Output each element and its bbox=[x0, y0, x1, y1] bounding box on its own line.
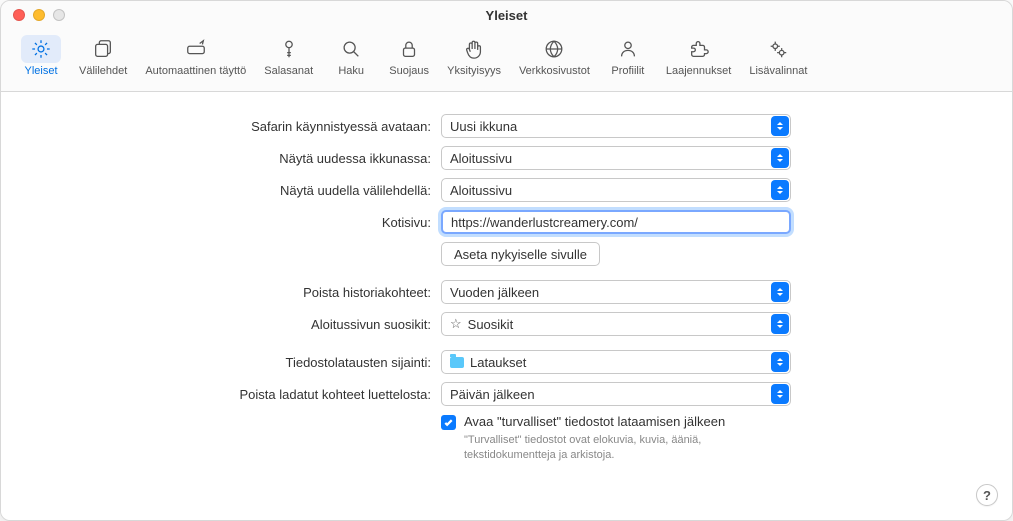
star-icon: ☆ bbox=[450, 316, 462, 332]
toolbar-search[interactable]: Haku bbox=[323, 31, 379, 81]
toolbar-profiles[interactable]: Profiilit bbox=[600, 31, 656, 81]
favorites-label: Aloitussivun suosikit: bbox=[31, 317, 431, 332]
select-value: Vuoden jälkeen bbox=[450, 285, 539, 300]
select-value: Suosikit bbox=[468, 317, 514, 332]
remove-history-label: Poista historiakohteet: bbox=[31, 285, 431, 300]
remove-downloads-select[interactable]: Päivän jälkeen bbox=[441, 382, 791, 406]
download-location-select[interactable]: Lataukset bbox=[441, 350, 791, 374]
select-value: Aloitussivu bbox=[450, 183, 512, 198]
toolbar-label: Haku bbox=[338, 65, 364, 77]
select-value: Päivän jälkeen bbox=[450, 387, 535, 402]
titlebar: Yleiset bbox=[1, 1, 1012, 25]
key-icon bbox=[278, 38, 300, 60]
homepage-input[interactable] bbox=[441, 210, 791, 234]
toolbar-label: Yksityisyys bbox=[447, 65, 501, 77]
toolbar-privacy[interactable]: Yksityisyys bbox=[439, 31, 509, 81]
toolbar-tabs[interactable]: Välilehdet bbox=[71, 31, 135, 81]
help-button[interactable]: ? bbox=[976, 484, 998, 506]
preferences-window: Yleiset Yleiset Välilehdet Automaattinen… bbox=[0, 0, 1013, 521]
homepage-label: Kotisivu: bbox=[31, 215, 431, 230]
tabs-icon bbox=[92, 38, 114, 60]
select-value: Aloitussivu bbox=[450, 151, 512, 166]
toolbar-extensions[interactable]: Laajennukset bbox=[658, 31, 739, 81]
favorites-select[interactable]: ☆ Suosikit bbox=[441, 312, 791, 336]
person-icon bbox=[617, 38, 639, 60]
chevron-updown-icon bbox=[771, 384, 789, 404]
cogs-icon bbox=[767, 38, 789, 60]
toolbar-label: Yleiset bbox=[24, 65, 57, 77]
toolbar-advanced[interactable]: Lisävalinnat bbox=[741, 31, 815, 81]
window-title: Yleiset bbox=[1, 8, 1012, 23]
gear-icon bbox=[30, 38, 52, 60]
search-icon bbox=[340, 38, 362, 60]
chevron-updown-icon bbox=[771, 148, 789, 168]
chevron-updown-icon bbox=[771, 314, 789, 334]
chevron-updown-icon bbox=[771, 282, 789, 302]
select-value: Uusi ikkuna bbox=[450, 119, 517, 134]
new-tab-select[interactable]: Aloitussivu bbox=[441, 178, 791, 202]
toolbar-websites[interactable]: Verkkosivustot bbox=[511, 31, 598, 81]
toolbar-autofill[interactable]: Automaattinen täyttö bbox=[137, 31, 254, 81]
autofill-icon bbox=[185, 38, 207, 60]
folder-icon bbox=[450, 357, 464, 368]
toolbar-passwords[interactable]: Salasanat bbox=[256, 31, 321, 81]
globe-icon bbox=[543, 38, 565, 60]
hand-icon bbox=[463, 38, 485, 60]
toolbar-label: Lisävalinnat bbox=[749, 65, 807, 77]
chevron-updown-icon bbox=[771, 352, 789, 372]
toolbar-security[interactable]: Suojaus bbox=[381, 31, 437, 81]
toolbar-label: Suojaus bbox=[389, 65, 429, 77]
toolbar-label: Automaattinen täyttö bbox=[145, 65, 246, 77]
chevron-updown-icon bbox=[771, 180, 789, 200]
toolbar-label: Laajennukset bbox=[666, 65, 731, 77]
remove-history-select[interactable]: Vuoden jälkeen bbox=[441, 280, 791, 304]
check-icon bbox=[443, 417, 454, 428]
toolbar-label: Profiilit bbox=[611, 65, 644, 77]
button-label: Aseta nykyiselle sivulle bbox=[454, 247, 587, 262]
toolbar-general[interactable]: Yleiset bbox=[13, 31, 69, 81]
safe-files-hint: "Turvalliset" tiedostot ovat elokuvia, k… bbox=[464, 433, 734, 464]
help-icon: ? bbox=[983, 488, 991, 503]
new-window-select[interactable]: Aloitussivu bbox=[441, 146, 791, 170]
on-launch-select[interactable]: Uusi ikkuna bbox=[441, 114, 791, 138]
new-window-label: Näytä uudessa ikkunassa: bbox=[31, 151, 431, 166]
set-current-page-button[interactable]: Aseta nykyiselle sivulle bbox=[441, 242, 600, 266]
lock-icon bbox=[398, 38, 420, 60]
new-tab-label: Näytä uudella välilehdellä: bbox=[31, 183, 431, 198]
toolbar-label: Välilehdet bbox=[79, 65, 127, 77]
toolbar-label: Verkkosivustot bbox=[519, 65, 590, 77]
safe-files-checkbox[interactable] bbox=[441, 415, 456, 430]
on-launch-label: Safarin käynnistyessä avataan: bbox=[31, 119, 431, 134]
puzzle-icon bbox=[688, 38, 710, 60]
toolbar-label: Salasanat bbox=[264, 65, 313, 77]
safe-files-label: Avaa "turvalliset" tiedostot lataamisen … bbox=[464, 414, 734, 429]
content-area: Safarin käynnistyessä avataan: Uusi ikku… bbox=[1, 92, 1012, 520]
select-value: Lataukset bbox=[470, 355, 526, 370]
download-location-label: Tiedostolatausten sijainti: bbox=[31, 355, 431, 370]
toolbar: Yleiset Välilehdet Automaattinen täyttö … bbox=[1, 25, 1012, 92]
remove-downloads-label: Poista ladatut kohteet luettelosta: bbox=[31, 387, 431, 402]
chevron-updown-icon bbox=[771, 116, 789, 136]
